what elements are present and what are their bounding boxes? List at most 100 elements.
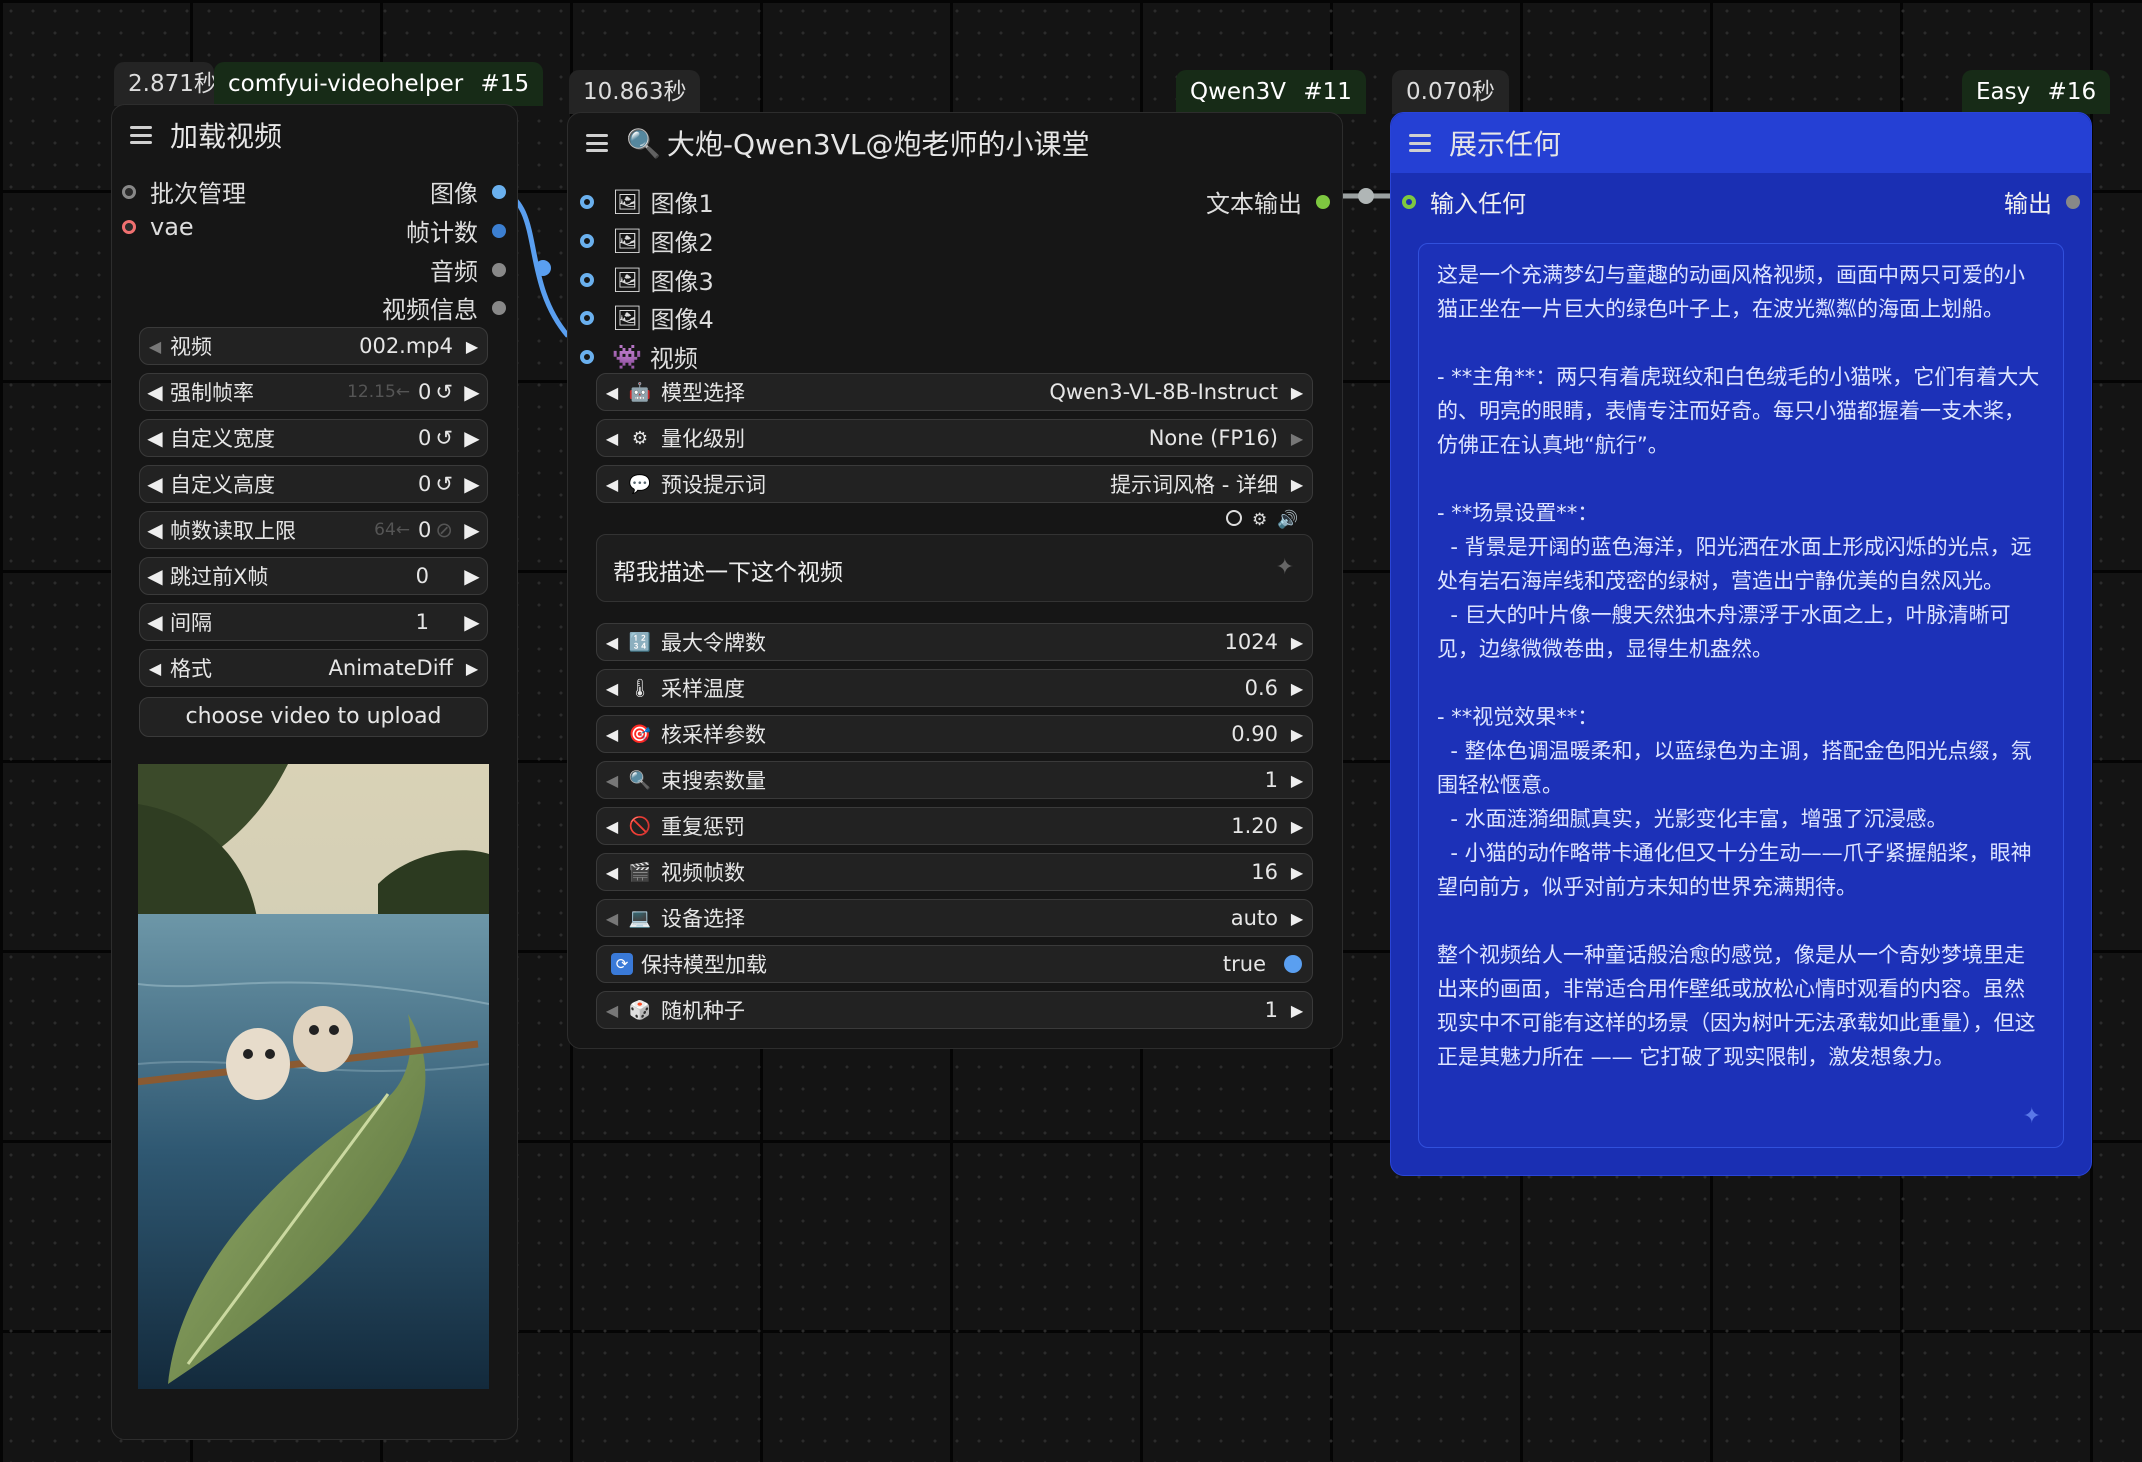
disable-icon[interactable]: ⊘ <box>435 518 457 542</box>
input-port-image-4[interactable]: 🖼 图像4 <box>580 300 714 335</box>
select-preset-prompt[interactable]: ◀ 💬 预设提示词 提示词风格 - 详细 ▶ <box>596 465 1313 503</box>
param-top-p[interactable]: ◀ 🎯 核采样参数 0.90 ▶ <box>596 715 1313 753</box>
node-header[interactable]: 加载视频 <box>112 105 517 165</box>
toggle-indicator[interactable] <box>1284 955 1302 973</box>
decrement-arrow-icon[interactable]: ◀ <box>140 380 170 404</box>
port-dot-icon[interactable] <box>2066 194 2080 209</box>
increment-arrow-icon[interactable]: ▶ <box>457 659 487 678</box>
sparkle-icon[interactable]: ✦ <box>1276 555 1294 580</box>
speaker-icon[interactable]: 🔊 <box>1277 510 1298 530</box>
port-dot-icon[interactable] <box>492 223 506 238</box>
widget-custom-width[interactable]: ◀ 自定义宽度 0 ↺ ▶ <box>139 419 488 457</box>
increment-arrow-icon[interactable]: ▶ <box>457 564 487 588</box>
select-model[interactable]: ◀ 🤖 模型选择 Qwen3-VL-8B-Instruct ▶ <box>596 373 1313 411</box>
decrement-arrow-icon[interactable]: ◀ <box>597 383 627 402</box>
increment-arrow-icon[interactable]: ▶ <box>457 518 487 542</box>
decrement-arrow-icon[interactable]: ◀ <box>597 1001 627 1020</box>
decrement-arrow-icon[interactable]: ◀ <box>140 564 170 588</box>
port-dot-icon[interactable] <box>492 262 506 277</box>
input-port-image-2[interactable]: 🖼 图像2 <box>580 223 714 258</box>
port-dot-icon[interactable] <box>1316 194 1330 209</box>
decrement-arrow-icon[interactable]: ◀ <box>597 863 627 882</box>
increment-arrow-icon[interactable]: ▶ <box>1282 383 1312 402</box>
port-dot-icon[interactable] <box>580 272 594 287</box>
select-quantization[interactable]: ◀ ⚙ 量化级别 None (FP16) ▶ <box>596 419 1313 457</box>
input-port-image-3[interactable]: 🖼 图像3 <box>580 262 714 297</box>
increment-arrow-icon[interactable]: ▶ <box>457 472 487 496</box>
decrement-arrow-icon[interactable]: ◀ <box>597 633 627 652</box>
video-preview[interactable] <box>138 764 489 1389</box>
port-dot-icon[interactable] <box>122 220 136 234</box>
param-video-frames[interactable]: ◀ 🎬 视频帧数 16 ▶ <box>596 853 1313 891</box>
output-port-frame-count[interactable]: 帧计数 <box>406 213 506 248</box>
menu-icon[interactable] <box>1409 134 1431 152</box>
decrement-arrow-icon[interactable]: ◀ <box>597 429 627 448</box>
widget-skip-first-frames[interactable]: ◀ 跳过前X帧 0 ▶ <box>139 557 488 595</box>
decrement-arrow-icon[interactable]: ◀ <box>597 725 627 744</box>
input-port-any[interactable]: 输入任何 <box>1402 184 1526 219</box>
decrement-arrow-icon[interactable]: ◀ <box>140 610 170 634</box>
increment-arrow-icon[interactable]: ▶ <box>1282 725 1312 744</box>
param-repetition-penalty[interactable]: ◀ 🚫 重复惩罚 1.20 ▶ <box>596 807 1313 845</box>
increment-arrow-icon[interactable]: ▶ <box>1282 429 1312 448</box>
decrement-arrow-icon[interactable]: ◀ <box>597 909 627 928</box>
settings-icon[interactable]: ⚙ <box>1252 510 1267 530</box>
input-port-image-1[interactable]: 🖼 图像1 <box>580 184 714 219</box>
increment-arrow-icon[interactable]: ▶ <box>1282 1001 1312 1020</box>
node-header[interactable]: 展示任何 <box>1391 113 2091 173</box>
widget-format[interactable]: ◀ 格式 AnimateDiff ▶ <box>139 649 488 687</box>
output-port-audio[interactable]: 音频 <box>430 252 506 287</box>
upload-video-button[interactable]: choose video to upload <box>139 697 488 737</box>
output-port-video-info[interactable]: 视频信息 <box>382 290 506 325</box>
increment-arrow-icon[interactable]: ▶ <box>457 337 487 356</box>
reset-icon[interactable]: ↺ <box>435 426 457 450</box>
prompt-textarea[interactable]: 帮我描述一下这个视频 ✦ <box>596 534 1313 602</box>
reset-icon[interactable]: ↺ <box>435 380 457 404</box>
decrement-arrow-icon[interactable]: ◀ <box>597 475 627 494</box>
output-port-text[interactable]: 文本输出 <box>1206 184 1330 219</box>
input-port-video[interactable]: 👾 视频 <box>580 339 698 374</box>
port-dot-icon[interactable] <box>580 349 594 364</box>
reset-icon[interactable]: ↺ <box>435 472 457 496</box>
increment-arrow-icon[interactable]: ▶ <box>1282 771 1312 790</box>
param-device[interactable]: ◀ 💻 设备选择 auto ▶ <box>596 899 1313 937</box>
port-dot-icon[interactable] <box>1402 194 1416 209</box>
menu-icon[interactable] <box>130 126 152 144</box>
decrement-arrow-icon[interactable]: ◀ <box>140 472 170 496</box>
decrement-arrow-icon[interactable]: ◀ <box>597 679 627 698</box>
increment-arrow-icon[interactable]: ▶ <box>1282 909 1312 928</box>
widget-force-rate[interactable]: ◀ 强制帧率 12.15← 0 ↺ ▶ <box>139 373 488 411</box>
increment-arrow-icon[interactable]: ▶ <box>1282 863 1312 882</box>
widget-video[interactable]: ◀ 视频 002.mp4 ▶ <box>139 327 488 365</box>
increment-arrow-icon[interactable]: ▶ <box>457 610 487 634</box>
port-dot-icon[interactable] <box>580 194 594 209</box>
widget-select-every-nth[interactable]: ◀ 间隔 1 ▶ <box>139 603 488 641</box>
widget-frame-load-cap[interactable]: ◀ 帧数读取上限 64← 0 ⊘ ▶ <box>139 511 488 549</box>
toggle-keep-model-loaded[interactable]: ⟳ 保持模型加载 true <box>596 945 1313 983</box>
param-temperature[interactable]: ◀ 🌡 采样温度 0.6 ▶ <box>596 669 1313 707</box>
increment-arrow-icon[interactable]: ▶ <box>1282 817 1312 836</box>
port-dot-icon[interactable] <box>580 233 594 248</box>
input-port-vae[interactable]: vae <box>122 213 194 241</box>
menu-icon[interactable] <box>586 134 608 152</box>
port-dot-icon[interactable] <box>492 300 506 315</box>
param-num-beams[interactable]: ◀ 🔍 束搜索数量 1 ▶ <box>596 761 1313 799</box>
port-dot-icon[interactable] <box>122 184 136 199</box>
decrement-arrow-icon[interactable]: ◀ <box>140 659 170 678</box>
param-max-tokens[interactable]: ◀ 🔢 最大令牌数 1024 ▶ <box>596 623 1313 661</box>
decrement-arrow-icon[interactable]: ◀ <box>597 817 627 836</box>
port-dot-icon[interactable] <box>492 184 506 199</box>
decrement-arrow-icon[interactable]: ◀ <box>597 771 627 790</box>
sparkle-icon[interactable]: ✦ <box>2023 1104 2041 1129</box>
increment-arrow-icon[interactable]: ▶ <box>1282 679 1312 698</box>
output-port-image[interactable]: 图像 <box>430 174 506 209</box>
input-port-batch[interactable]: 批次管理 <box>122 174 246 209</box>
increment-arrow-icon[interactable]: ▶ <box>457 380 487 404</box>
decrement-arrow-icon[interactable]: ◀ <box>140 337 170 356</box>
output-text-display[interactable]: 这是一个充满梦幻与童趣的动画风格视频，画面中两只可爱的小猫正坐在一片巨大的绿色叶… <box>1418 243 2064 1148</box>
output-port-any[interactable]: 输出 <box>2004 184 2080 219</box>
widget-custom-height[interactable]: ◀ 自定义高度 0 ↺ ▶ <box>139 465 488 503</box>
port-dot-icon[interactable] <box>580 310 594 325</box>
decrement-arrow-icon[interactable]: ◀ <box>140 426 170 450</box>
node-header[interactable]: 🔍 大炮-Qwen3VL@炮老师的小课堂 <box>568 113 1342 173</box>
